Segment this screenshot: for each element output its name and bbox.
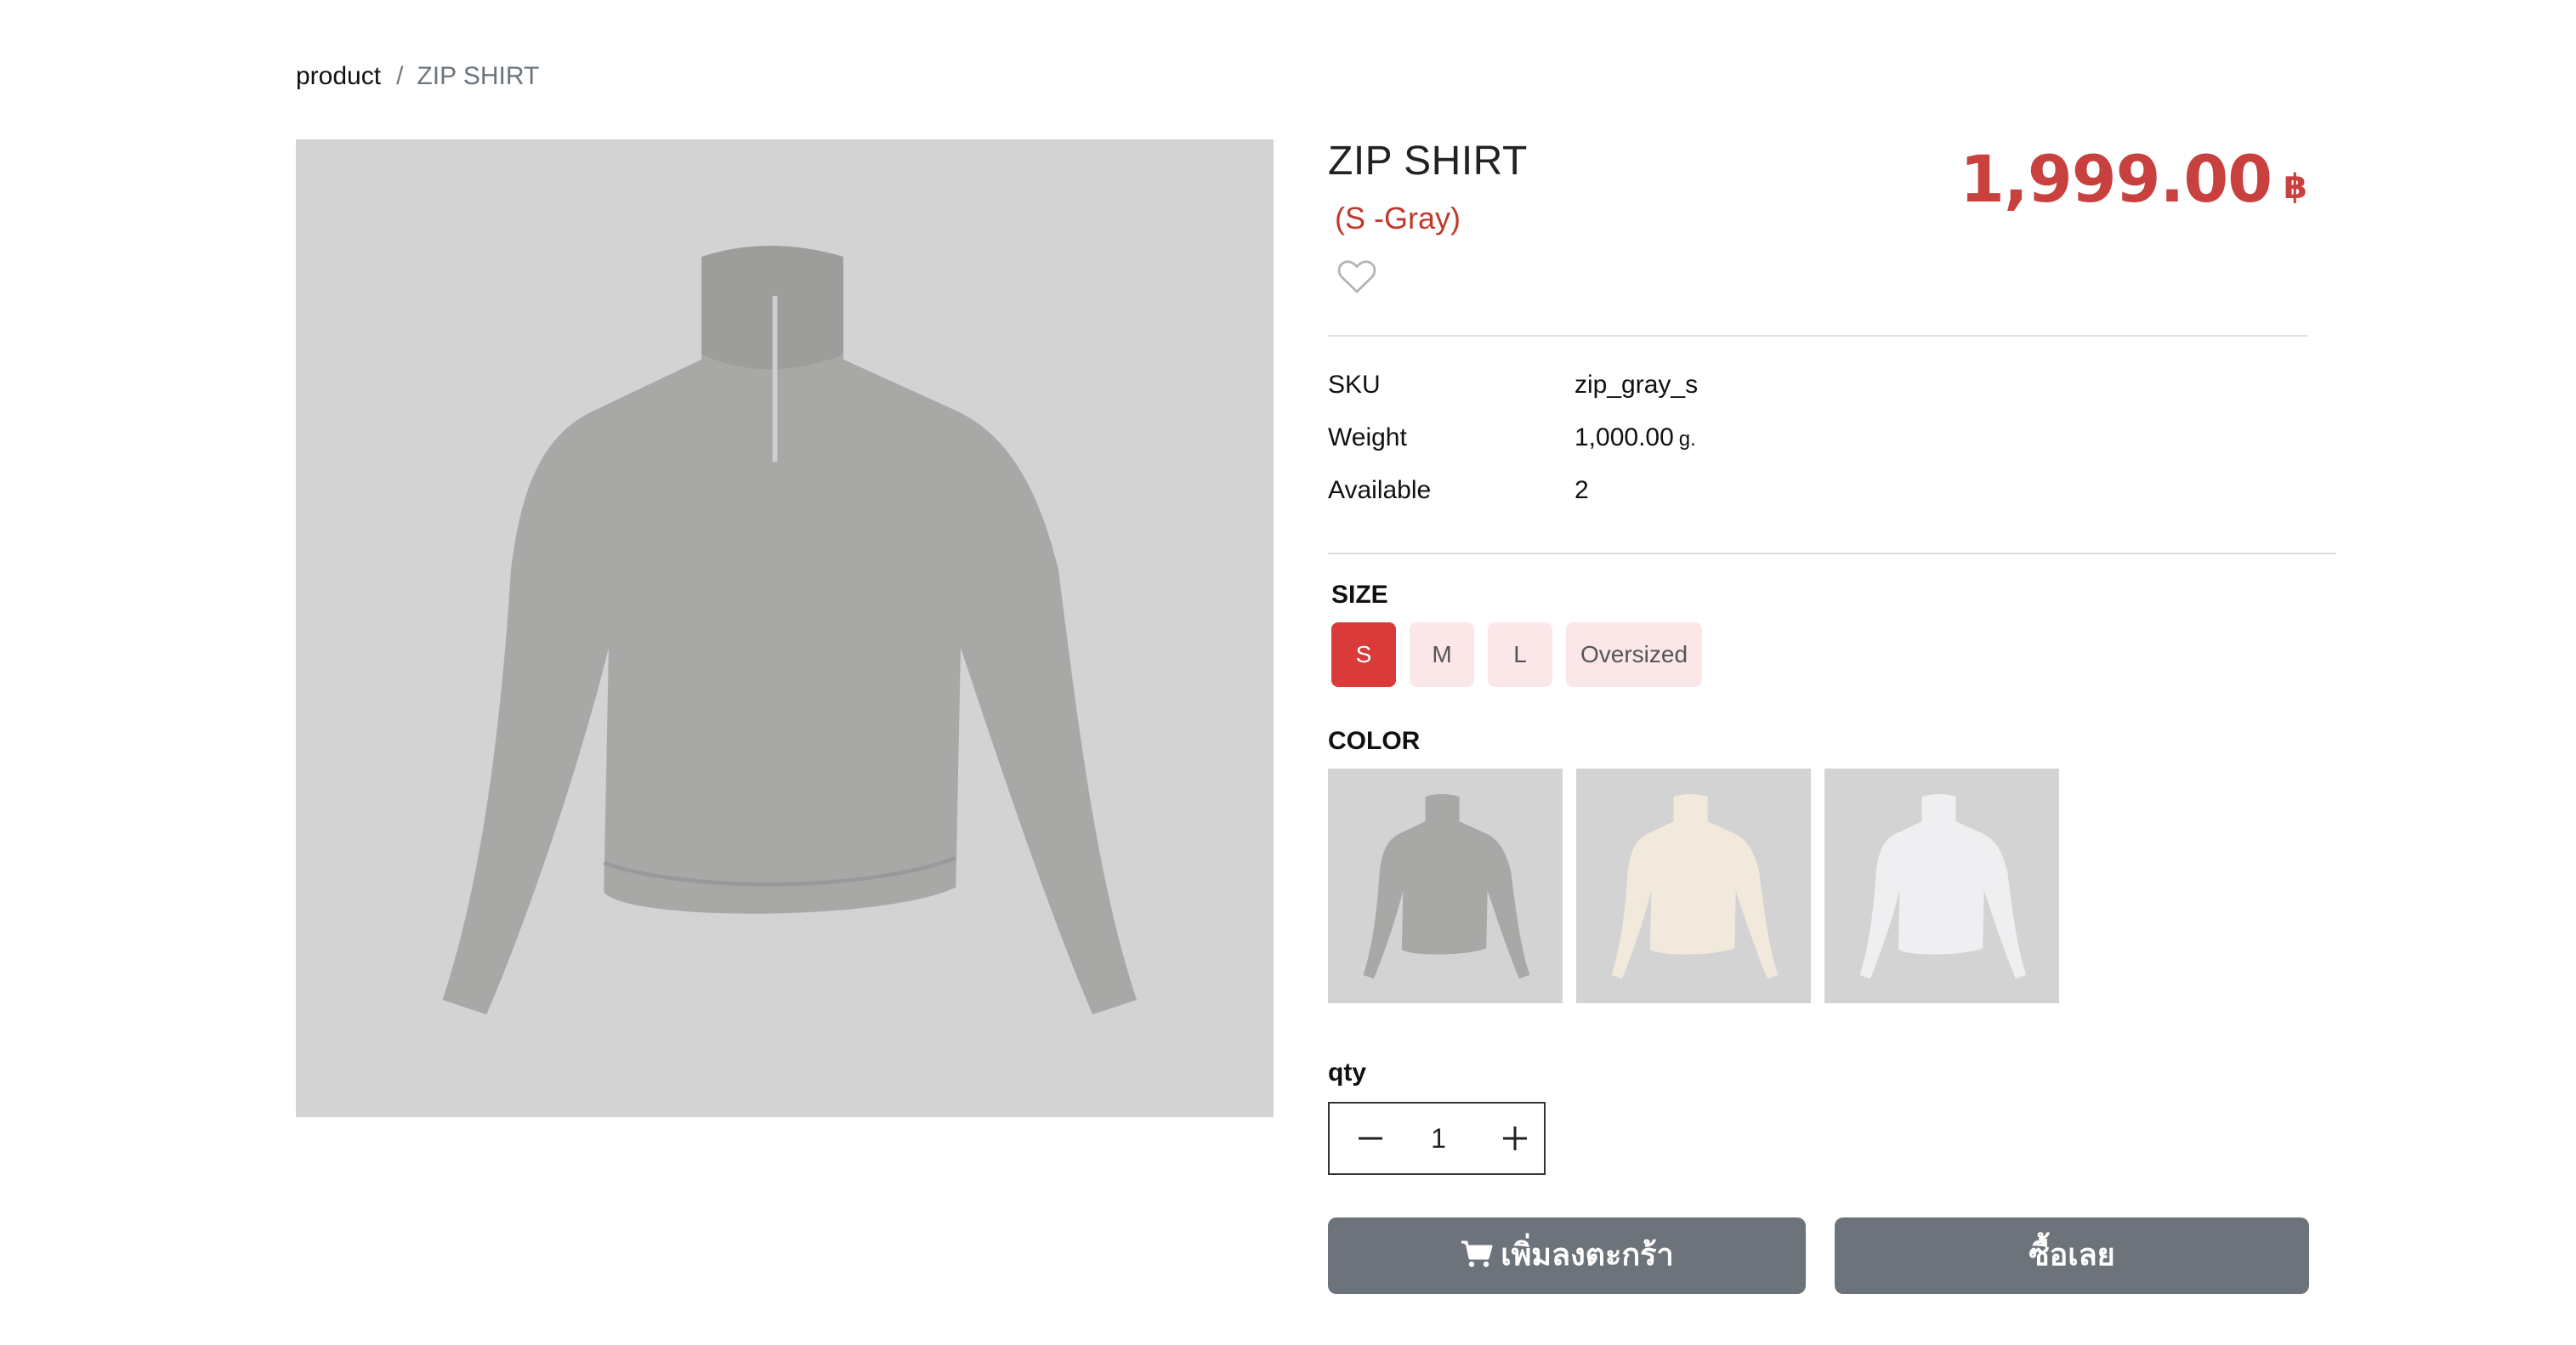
breadcrumb-current: ZIP SHIRT	[417, 62, 540, 90]
color-swatch-cream[interactable]	[1576, 769, 1811, 1003]
size-option-l[interactable]: L	[1488, 622, 1552, 687]
size-label: SIZE	[1331, 581, 1388, 609]
sweatshirt-image	[442, 246, 1137, 1015]
spec-label: SKU	[1328, 371, 1381, 399]
spec-row-available: Available 2	[1328, 469, 2008, 512]
breadcrumb: product / ZIP SHIRT	[296, 60, 539, 94]
product-main-image	[296, 139, 1274, 1117]
spec-row-sku: SKU zip_gray_s	[1328, 364, 2008, 406]
breadcrumb-product-link[interactable]: product	[296, 62, 381, 90]
spec-value: 2	[1575, 476, 1589, 504]
weight-unit: g.	[1678, 428, 1696, 451]
color-label: COLOR	[1328, 727, 1421, 755]
add-to-cart-button[interactable]: เพิ่มลงตะกร้า	[1328, 1217, 1806, 1294]
qty-label: qty	[1328, 1058, 1366, 1087]
product-title: ZIP SHIRT	[1328, 139, 1528, 184]
divider	[1328, 553, 2336, 554]
spec-value: zip_gray_s	[1575, 371, 1699, 399]
spec-value: 1,000.00 g.	[1575, 417, 1696, 461]
price-currency: ฿	[2284, 168, 2307, 206]
minus-icon[interactable]	[1338, 1110, 1403, 1166]
product-variant: (S -Gray)	[1335, 201, 1461, 236]
heart-icon[interactable]	[1336, 258, 1377, 295]
spec-row-weight: Weight 1,000.00 g.	[1328, 417, 2008, 459]
divider	[1328, 335, 2307, 337]
spec-label: Weight	[1328, 423, 1407, 451]
color-swatch-white[interactable]	[1824, 769, 2059, 1003]
breadcrumb-separator: /	[396, 62, 404, 90]
weight-value: 1,000.00	[1575, 423, 1674, 451]
plus-icon[interactable]	[1483, 1110, 1547, 1166]
qty-value[interactable]: 1	[1404, 1119, 1472, 1158]
size-option-m[interactable]: M	[1410, 622, 1474, 687]
price-amount: 1,999.00	[1960, 141, 2272, 217]
add-to-cart-label: เพิ่มลงตะกร้า	[1501, 1238, 1674, 1273]
product-price: 1,999.00 ฿	[1960, 141, 2307, 218]
size-option-oversized[interactable]: Oversized	[1566, 622, 1702, 687]
size-option-s[interactable]: S	[1331, 622, 1396, 687]
cart-icon	[1460, 1221, 1494, 1268]
buy-now-button[interactable]: ซื้อเลย	[1835, 1217, 2309, 1294]
color-swatch-gray[interactable]	[1328, 769, 1563, 1003]
spec-label: Available	[1328, 476, 1432, 504]
